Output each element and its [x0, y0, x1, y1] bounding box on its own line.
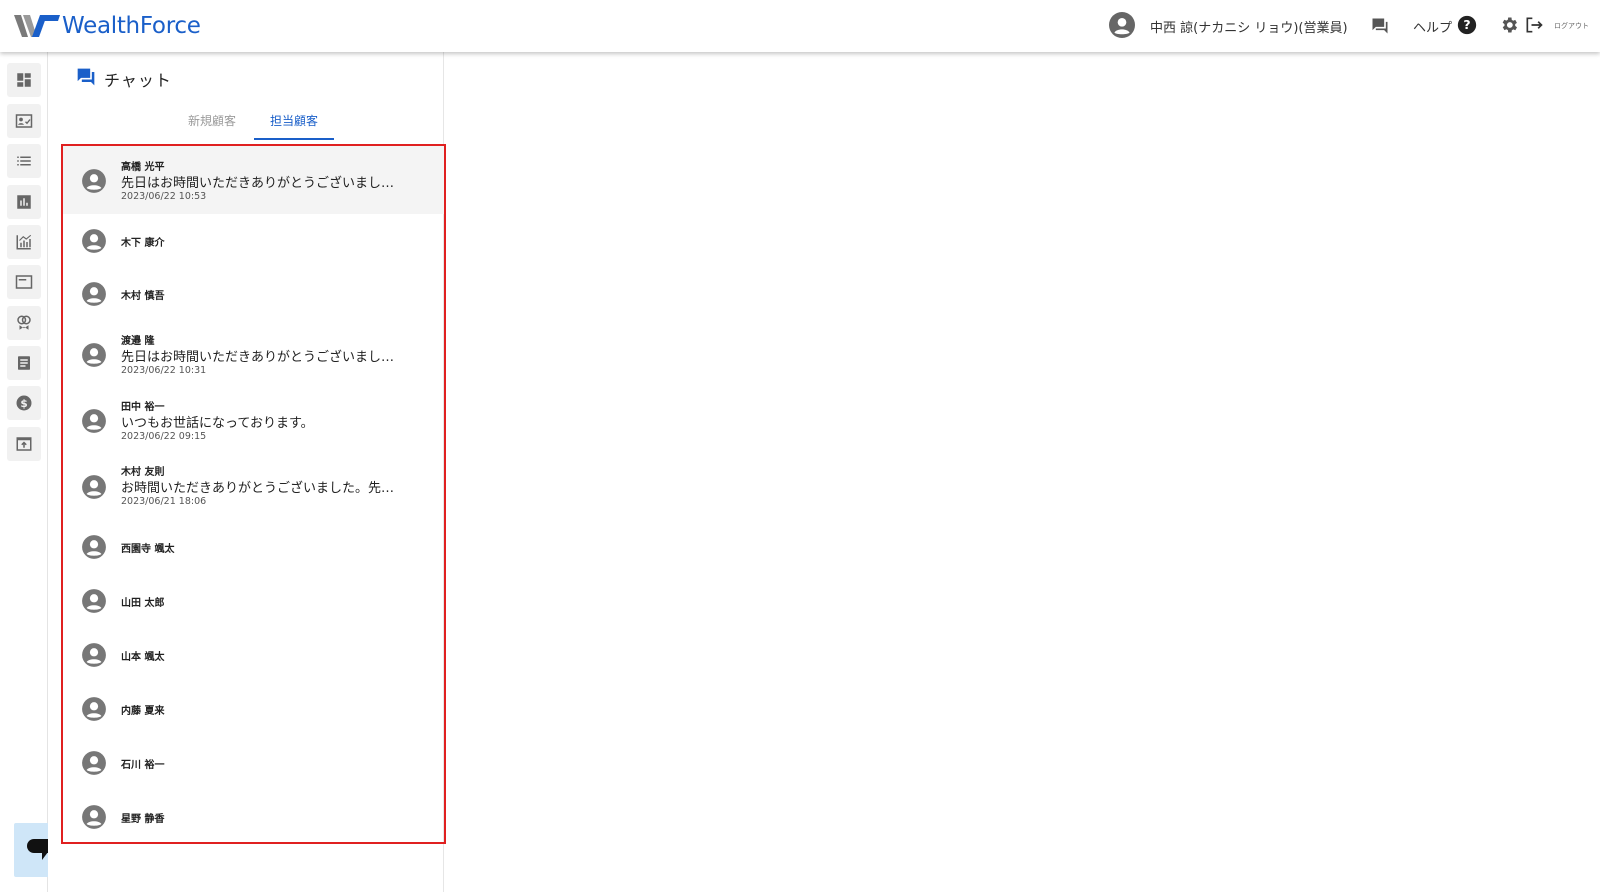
- chat-list-item[interactable]: 山本 颯太: [63, 628, 444, 682]
- chat-name: 星野 静香: [121, 814, 165, 825]
- rail-contact-button[interactable]: [7, 104, 41, 138]
- card-icon: [15, 275, 33, 289]
- rail-proposal-button[interactable]: [7, 306, 41, 340]
- user-avatar-icon[interactable]: [1109, 12, 1135, 38]
- svg-text:$: $: [20, 398, 27, 410]
- chat-list-item[interactable]: 内藤 夏来: [63, 682, 444, 736]
- chat-time: 2023/06/22 10:31: [121, 365, 207, 376]
- chat-list-item[interactable]: 木村 慎吾: [63, 267, 444, 320]
- document-icon: [18, 356, 30, 370]
- chat-list-item[interactable]: 木下 康介: [63, 214, 444, 267]
- gear-icon[interactable]: [1499, 15, 1519, 35]
- help-icon[interactable]: ?: [1457, 15, 1477, 35]
- chat-list-item[interactable]: 山田 太郎: [63, 574, 444, 628]
- rail-card-button[interactable]: [7, 265, 41, 299]
- logout-icon[interactable]: [1524, 15, 1544, 35]
- chat-list-item[interactable]: 渡邉 隆 先日はお時間いただきありがとうございました。 2023/06/22 1…: [63, 320, 444, 388]
- rail-analytics-button[interactable]: [7, 225, 41, 259]
- avatar-icon: [82, 535, 106, 559]
- chat-icon[interactable]: [1370, 16, 1390, 36]
- avatar-icon: [82, 697, 106, 721]
- avatar-icon: [82, 169, 106, 193]
- analytics-icon: [16, 234, 32, 250]
- list-icon: [17, 156, 31, 166]
- bar-chart-icon: [17, 195, 31, 209]
- chat-list-item[interactable]: 高橋 光平 先日はお時間いただきありがとうございました。 2023/06/22 …: [63, 146, 444, 214]
- help-label[interactable]: ヘルプ: [1413, 17, 1452, 36]
- avatar-icon: [82, 589, 106, 613]
- avatar-icon: [82, 751, 106, 775]
- contact-card-icon: [15, 114, 33, 128]
- dollar-icon: $: [16, 395, 32, 411]
- avatar-icon: [82, 409, 106, 433]
- logo-text: WealthForce: [62, 13, 201, 39]
- proposal-icon: [17, 315, 31, 330]
- rail-export-button[interactable]: [7, 427, 41, 461]
- chat-name: 木村 友則: [121, 467, 165, 478]
- top-header: WealthForce 中西 諒(ナカニシ リョウ)(営業員) ヘルプ ? ログ…: [0, 0, 1600, 52]
- chat-name: 内藤 夏来: [121, 706, 165, 717]
- chat-title-icon: [77, 68, 95, 86]
- logout-label[interactable]: ログアウト: [1554, 21, 1589, 31]
- chat-list-item[interactable]: 石川 裕一: [63, 736, 444, 790]
- rail-list-button[interactable]: [7, 144, 41, 178]
- chat-name: 石川 裕一: [121, 760, 165, 771]
- svg-text:?: ?: [1463, 17, 1470, 32]
- chat-panel: チャット 新規顧客 担当顧客 高橋 光平 先日はお時間いただきありがとうございま…: [48, 52, 446, 892]
- panel-title: チャット: [104, 71, 172, 90]
- chat-name: 木村 慎吾: [121, 291, 165, 302]
- avatar-icon: [82, 229, 106, 253]
- chat-message: 先日はお時間いただきありがとうございました。: [121, 350, 396, 365]
- side-rail: $: [0, 52, 48, 892]
- avatar-icon: [82, 282, 106, 306]
- avatar-icon: [82, 805, 106, 829]
- rail-document-button[interactable]: [7, 346, 41, 380]
- chat-name: 渡邉 隆: [121, 336, 155, 347]
- wealthforce-logo[interactable]: WealthForce: [14, 11, 201, 41]
- avatar-icon: [82, 475, 106, 499]
- chat-list-item[interactable]: 西園寺 颯太: [63, 520, 444, 574]
- chat-name: 田中 裕一: [121, 402, 165, 413]
- chat-time: 2023/06/22 10:53: [121, 191, 207, 202]
- avatar-icon: [82, 643, 106, 667]
- chat-name: 木下 康介: [121, 238, 165, 249]
- user-name[interactable]: 中西 諒(ナカニシ リョウ)(営業員): [1150, 17, 1348, 36]
- chat-list-item[interactable]: 田中 裕一 いつもお世話になっております。 2023/06/22 09:15: [63, 388, 444, 454]
- chat-list-item[interactable]: 星野 静香: [63, 790, 444, 842]
- dashboard-icon: [17, 73, 31, 87]
- rail-dollar-button[interactable]: $: [7, 386, 41, 420]
- tab-assigned-customers[interactable]: 担当顧客: [254, 112, 334, 140]
- chat-message: いつもお世話になっております。: [121, 416, 314, 431]
- chat-time: 2023/06/22 09:15: [121, 431, 207, 442]
- rail-report-button[interactable]: [7, 185, 41, 219]
- logo-mark-icon: [14, 15, 60, 37]
- chat-name: 西園寺 颯太: [121, 544, 175, 555]
- chat-list: 高橋 光平 先日はお時間いただきありがとうございました。 2023/06/22 …: [61, 144, 446, 844]
- rail-dashboard-button[interactable]: [7, 63, 41, 97]
- avatar-icon: [82, 343, 106, 367]
- chat-name: 山田 太郎: [121, 598, 165, 609]
- tab-new-customers[interactable]: 新規顧客: [188, 112, 236, 138]
- chat-message: 先日はお時間いただきありがとうございました。: [121, 176, 396, 191]
- export-icon: [16, 437, 32, 451]
- chat-list-item[interactable]: 木村 友則 お時間いただきありがとうございました。先日の件 2023/06/21…: [63, 454, 444, 520]
- chat-name: 山本 颯太: [121, 652, 165, 663]
- chat-time: 2023/06/21 18:06: [121, 496, 207, 507]
- chat-name: 高橋 光平: [121, 162, 165, 173]
- chat-message: お時間いただきありがとうございました。先日の件: [121, 481, 396, 496]
